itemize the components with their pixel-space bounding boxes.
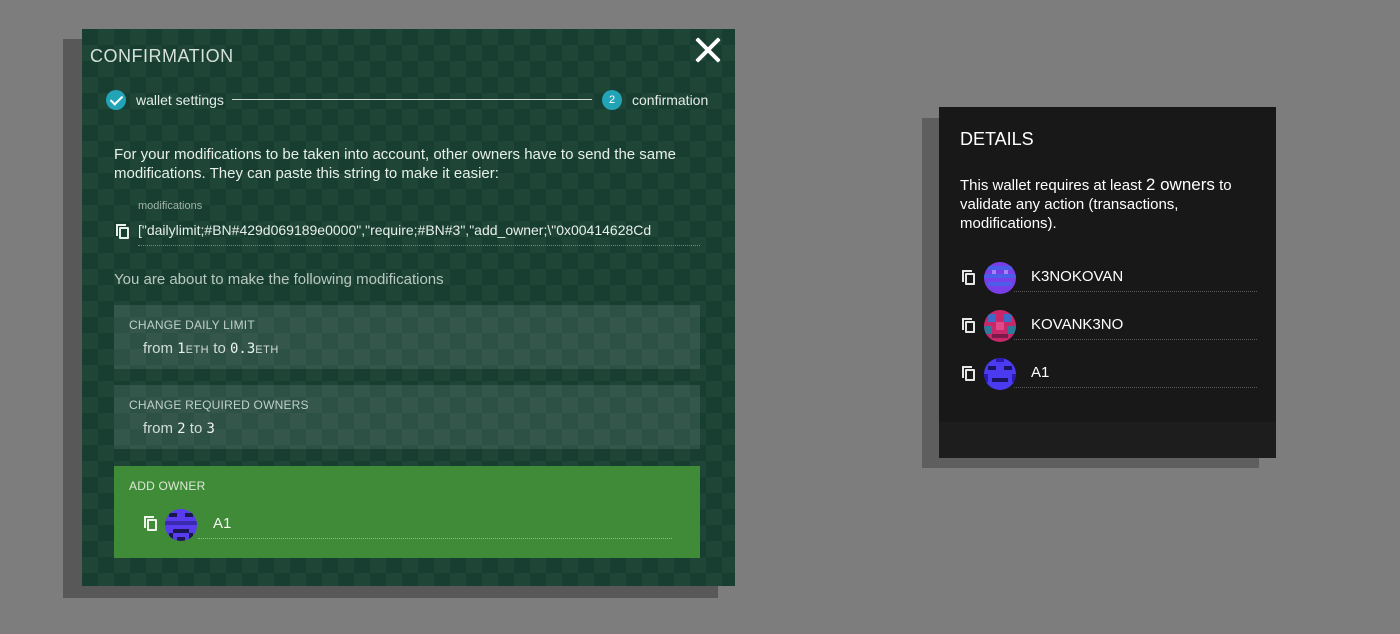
copy-icon[interactable] bbox=[962, 366, 975, 381]
card-title: CHANGE REQUIRED OWNERS bbox=[129, 398, 309, 412]
copy-icon[interactable] bbox=[144, 516, 157, 531]
card-title: CHANGE DAILY LIMIT bbox=[129, 318, 255, 332]
owner-name: A1 bbox=[213, 515, 232, 532]
step-number-badge: 2 bbox=[602, 90, 622, 110]
copy-icon[interactable] bbox=[962, 270, 975, 285]
change-daily-limit-card: CHANGE DAILY LIMIT from 1ETH to 0.3ETH bbox=[114, 305, 700, 369]
from-unit: ETH bbox=[185, 344, 210, 356]
daily-limit-change: from 1ETH to 0.3ETH bbox=[143, 340, 279, 357]
add-owner-card: ADD OWNER A1 bbox=[114, 466, 700, 558]
from-word: from bbox=[143, 340, 173, 357]
confirmation-modal: CONFIRMATION wallet settings 2 confirmat… bbox=[82, 29, 735, 586]
details-footer bbox=[939, 422, 1276, 458]
copy-icon[interactable] bbox=[962, 318, 975, 333]
modifications-label: modifications bbox=[138, 200, 203, 212]
red-pixel-avatar bbox=[984, 310, 1016, 342]
owner-row: KOVANK3NO bbox=[939, 307, 1276, 342]
about-text: You are about to make the following modi… bbox=[114, 271, 444, 288]
from-value: 2 bbox=[177, 421, 186, 437]
details-title: DETAILS bbox=[960, 129, 1034, 149]
owner-underline bbox=[1014, 339, 1257, 340]
owner-row: A1 bbox=[939, 355, 1276, 390]
stepper: wallet settings 2 confirmation bbox=[106, 90, 710, 110]
to-unit: ETH bbox=[255, 344, 279, 356]
to-value: 3 bbox=[206, 421, 215, 437]
to-value: 0.3 bbox=[229, 341, 256, 357]
owner-name: K3NOKOVAN bbox=[1031, 268, 1124, 285]
details-text: This wallet requires at least 2 owners t… bbox=[960, 175, 1265, 233]
step-confirmation: confirmation bbox=[632, 92, 709, 108]
required-owners-change: from 2 to 3 bbox=[143, 420, 215, 437]
modal-title: CONFIRMATION bbox=[90, 46, 234, 66]
purple-pixel-avatar bbox=[984, 262, 1016, 294]
copy-icon[interactable] bbox=[116, 224, 129, 239]
step-wallet-settings[interactable]: wallet settings bbox=[136, 92, 224, 108]
owner-name: KOVANK3NO bbox=[1031, 316, 1124, 333]
check-icon bbox=[106, 90, 126, 110]
card-title: ADD OWNER bbox=[129, 479, 206, 493]
details-panel: DETAILS This wallet requires at least 2 … bbox=[939, 107, 1276, 458]
owner-name: A1 bbox=[1031, 364, 1050, 381]
to-word: to bbox=[213, 340, 226, 357]
blue-pixel-avatar bbox=[984, 358, 1016, 390]
to-word: to bbox=[189, 420, 203, 437]
from-value: 1 bbox=[177, 341, 186, 357]
change-required-owners-card: CHANGE REQUIRED OWNERS from 2 to 3 bbox=[114, 385, 700, 449]
owner-underline bbox=[198, 538, 672, 539]
modifications-field[interactable]: ["dailylimit;#BN#429d069189e0000","requi… bbox=[138, 222, 700, 246]
intro-text: For your modifications to be taken into … bbox=[114, 146, 676, 182]
owner-underline bbox=[1014, 387, 1257, 388]
owner-row: K3NOKOVAN bbox=[939, 259, 1276, 294]
details-text-prefix: This wallet requires at least bbox=[960, 177, 1142, 194]
from-word: from bbox=[143, 420, 173, 437]
owner-avatar bbox=[165, 509, 197, 541]
close-icon[interactable] bbox=[692, 34, 724, 66]
required-count: 2 owners bbox=[1145, 175, 1215, 194]
step-connector bbox=[232, 99, 592, 100]
owner-underline bbox=[1014, 291, 1257, 292]
